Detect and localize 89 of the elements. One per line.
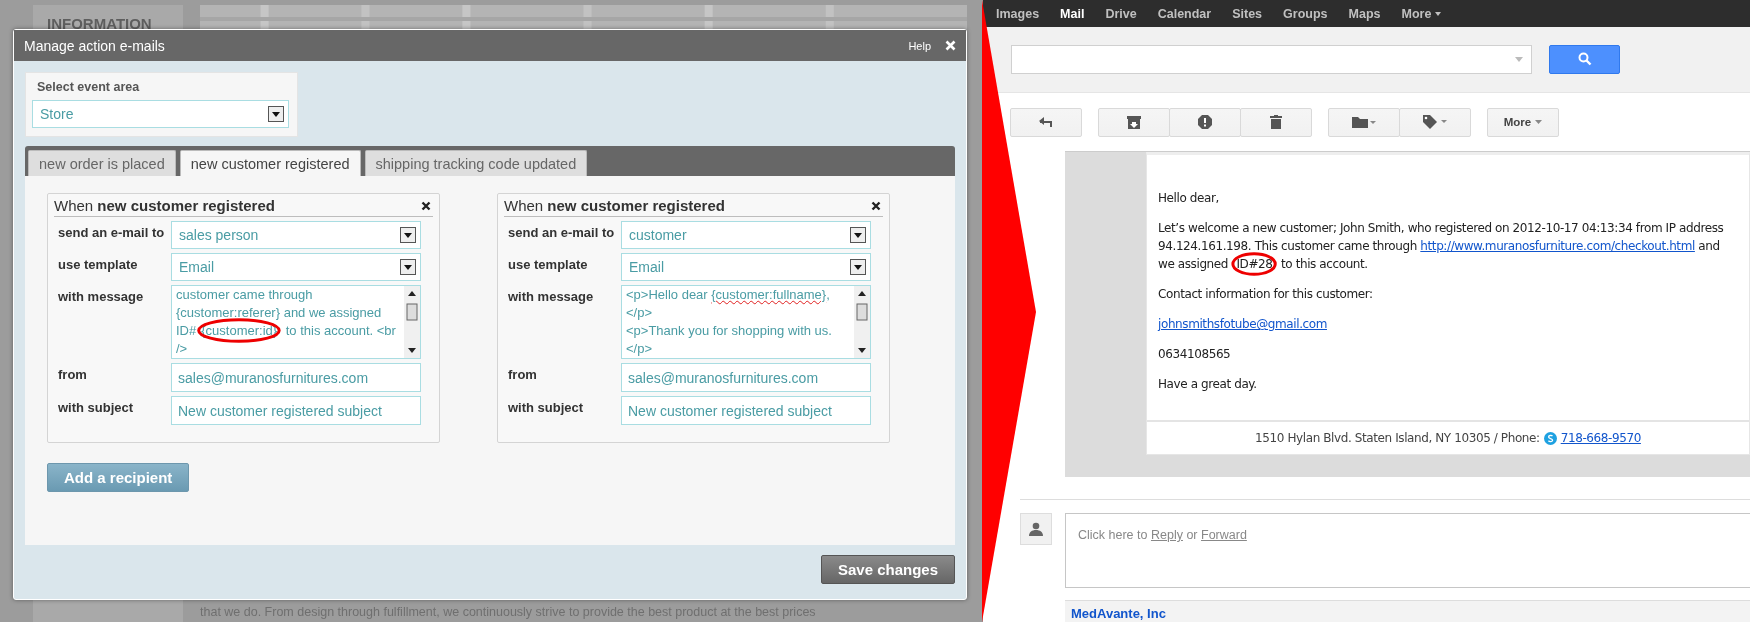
- search-field[interactable]: [1011, 44, 1532, 74]
- nav-link[interactable]: Images: [996, 6, 1040, 21]
- phone-icon: [1543, 431, 1557, 445]
- message-line: <p>Thank you for shopping with us.: [626, 322, 833, 340]
- search-icon: [1577, 52, 1592, 67]
- footer-address: 1510 Hylan Blvd. Staten Island, NY 10305 / Phone:: [1255, 431, 1540, 446]
- field-label: with message: [57, 288, 145, 306]
- email-paragraph: Hello dear,: [1158, 190, 1220, 208]
- help-link[interactable]: Help: [908, 39, 931, 52]
- field-label: with subject: [507, 399, 585, 417]
- dropdown[interactable]: Store: [32, 100, 289, 128]
- text-field[interactable]: sales@muranosfurnitures.com: [621, 363, 871, 392]
- delete-button[interactable]: [1240, 107, 1312, 137]
- field-label: with subject: [57, 399, 135, 417]
- close-icon: [871, 200, 881, 211]
- text-field[interactable]: New customer registered subject: [171, 396, 421, 425]
- field-label: send an e-mail to: [57, 224, 166, 242]
- close-icon: [421, 200, 431, 211]
- back-button[interactable]: [1010, 107, 1082, 137]
- trash-icon: [1270, 115, 1282, 130]
- nav-link[interactable]: Drive: [1105, 6, 1137, 21]
- message-line: {customer:referer} and we assigned: [176, 304, 383, 322]
- nav-link[interactable]: Mail: [1060, 6, 1085, 21]
- email-paragraph: Contact information for this customer:: [1158, 286, 1374, 304]
- tab[interactable]: new order is placed: [28, 150, 176, 176]
- close-button[interactable]: [421, 200, 431, 211]
- field-label: from: [57, 366, 88, 384]
- field-label: with message: [507, 288, 595, 306]
- card-title: When new customer registered: [54, 197, 276, 214]
- text-field[interactable]: sales@muranosfurnitures.com: [171, 363, 421, 392]
- close-icon: [945, 40, 956, 51]
- message-line: customer came through: [176, 286, 314, 304]
- archive-icon: [1127, 115, 1141, 129]
- message-line: />: [176, 340, 189, 358]
- message-line: <p>Hello dear {customer:fullname},: [626, 286, 831, 304]
- email-paragraph: Have a great day.: [1158, 376, 1258, 394]
- tab[interactable]: shipping tracking code updated: [364, 150, 588, 176]
- reply-link[interactable]: Reply: [1150, 528, 1183, 543]
- dropdown[interactable]: Email: [171, 253, 421, 281]
- nav-link[interactable]: Sites: [1232, 6, 1263, 21]
- text-field[interactable]: New customer registered subject: [621, 396, 871, 425]
- message-line: </p>: [626, 340, 654, 358]
- reply-box[interactable]: Click here to Reply or Forward: [1065, 513, 1750, 589]
- nav-link[interactable]: Calendar: [1157, 6, 1212, 21]
- message-line: </p>: [626, 304, 654, 322]
- dialog-title: Manage action e-mails: [24, 37, 166, 54]
- card-title: When new customer registered: [504, 197, 726, 214]
- email-paragraph: 0634108565: [1158, 346, 1232, 364]
- field-label: from: [507, 366, 538, 384]
- exclamation-icon: [1198, 115, 1212, 130]
- email-paragraph: Let’s welcome a new customer; John Smith, who registered on 2012-10-17 04:13:34 from IP address 94.124.161.198. This customer came through http://www.muranosfurniture.com/checkout.html and we assigned ID#28 to this account.: [1158, 219, 1724, 274]
- field-label: send an e-mail to: [507, 224, 616, 242]
- sender-name[interactable]: MedAvante, Inc: [1065, 600, 1750, 622]
- field-label: use template: [57, 256, 139, 274]
- add-recipient-button[interactable]: Add a recipient: [47, 463, 190, 492]
- tab[interactable]: new customer registered: [179, 150, 361, 176]
- field-label: use template: [507, 256, 589, 274]
- scrollbar-icon[interactable]: [404, 286, 420, 358]
- highlight-ellipse: [1232, 253, 1277, 276]
- link[interactable]: johnsmithsfotube@gmail.com: [1158, 317, 1327, 332]
- dropdown[interactable]: sales person: [171, 221, 421, 249]
- scrollbar-icon[interactable]: [854, 286, 870, 358]
- archive-button[interactable]: [1098, 107, 1170, 137]
- nav-link[interactable]: Maps: [1348, 6, 1381, 21]
- phone-link[interactable]: 718-668-9570: [1560, 431, 1641, 446]
- folder-button[interactable]: [1328, 107, 1400, 137]
- tag-icon: [1423, 115, 1447, 130]
- save-button[interactable]: Save changes: [820, 555, 955, 584]
- spam-button[interactable]: [1169, 107, 1241, 137]
- forward-link[interactable]: Forward: [1201, 528, 1247, 543]
- link[interactable]: http://www.muranosfurniture.com/checkout.html: [1420, 239, 1695, 254]
- close-button[interactable]: [871, 200, 881, 211]
- nav-link[interactable]: Groups: [1283, 6, 1328, 21]
- arrow-icon: [1039, 117, 1053, 128]
- nav-link[interactable]: More: [1401, 6, 1442, 21]
- search-button[interactable]: [1549, 44, 1620, 74]
- message-field[interactable]: <p>Hello dear {customer:fullname}, </p> <p>Thank you for shopping with us. </p>: [621, 285, 871, 359]
- section-heading: INFORMATION: [47, 15, 153, 32]
- caret-icon: [1435, 11, 1442, 16]
- field-label: Select event area: [37, 80, 141, 94]
- more-button[interactable]: More: [1487, 107, 1559, 137]
- message-line: ID# {customer:id} to this account. <br: [176, 322, 400, 340]
- label-button[interactable]: [1399, 107, 1471, 137]
- caret-icon: [1535, 120, 1543, 125]
- avatar-icon: [1020, 513, 1052, 546]
- message-field[interactable]: customer came through {customer:referer} and we assigned ID# {customer:id} to this account. <br />: [171, 285, 421, 359]
- dropdown[interactable]: Email: [621, 253, 871, 281]
- dropdown[interactable]: customer: [621, 221, 871, 249]
- folder-icon: [1352, 116, 1376, 129]
